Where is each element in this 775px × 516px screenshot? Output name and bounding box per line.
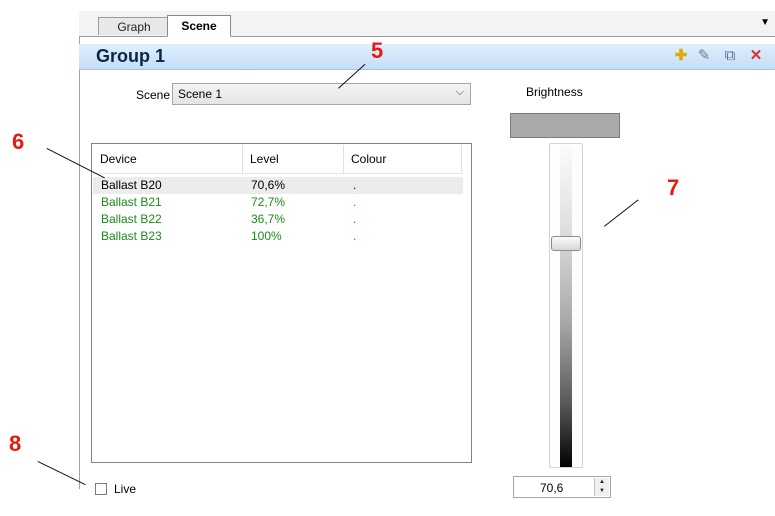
list-item[interactable]: Ballast B21 72,7%. [93, 194, 463, 211]
device-colour: . [353, 195, 357, 209]
group-header: Group 1 ✚ ✎ ⧉ ✕ [79, 44, 775, 70]
stepper-buttons: ▲ ▼ [594, 478, 609, 496]
callout-number-5: 5 [371, 38, 384, 63]
brightness-value: 70,6 [540, 481, 564, 495]
list-item[interactable]: Ballast B20 70,6%. [93, 177, 463, 194]
scene-selected-value: Scene 1 [178, 87, 223, 101]
live-label: Live [114, 482, 137, 496]
device-name: Ballast B23 [101, 229, 162, 243]
device-level: 72,7% [251, 195, 286, 209]
tab-scene[interactable]: Scene [167, 15, 231, 37]
list-item[interactable]: Ballast B23 100%. [93, 228, 463, 245]
callout-number-8: 8 [9, 431, 22, 456]
device-level: 36,7% [251, 212, 286, 226]
device-colour: . [353, 229, 357, 243]
callout-number-6: 6 [12, 129, 25, 154]
device-colour: . [353, 212, 357, 226]
brightness-swatch [510, 113, 620, 138]
delete-icon[interactable]: ✕ [748, 48, 764, 64]
brightness-slider-track[interactable] [560, 146, 572, 467]
list-header: Device Level Colour [93, 145, 463, 174]
scene-select[interactable]: Scene 1 ⌵ [172, 83, 471, 105]
stepper-up-icon[interactable]: ▲ [595, 478, 609, 487]
brightness-label: Brightness [526, 85, 583, 99]
tab-graph[interactable]: Graph [98, 17, 170, 35]
callout-number-7: 7 [667, 175, 680, 200]
column-header-device[interactable]: Device [93, 145, 243, 173]
edit-icon[interactable]: ✎ [696, 48, 712, 64]
tab-strip: Graph Scene ▼ [79, 11, 775, 37]
device-level: 100% [251, 229, 282, 243]
device-list[interactable]: Device Level Colour Ballast B20 70,6%. Bal… [91, 143, 472, 463]
live-checkbox[interactable] [95, 483, 107, 495]
brightness-slider-thumb[interactable] [551, 236, 581, 251]
brightness-value-stepper[interactable]: 70,6 ▲ ▼ [513, 476, 611, 498]
device-name: Ballast B22 [101, 212, 162, 226]
device-name: Ballast B20 [101, 178, 162, 192]
device-level: 70,6% [251, 178, 286, 192]
device-colour: . [353, 178, 357, 192]
add-icon[interactable]: ✚ [673, 48, 689, 64]
chevron-down-icon: ⌵ [455, 86, 464, 98]
tab-overflow-dropdown-icon[interactable]: ▼ [760, 17, 770, 28]
device-name: Ballast B21 [101, 195, 162, 209]
stepper-down-icon[interactable]: ▼ [595, 487, 609, 496]
list-item[interactable]: Ballast B22 36,7%. [93, 211, 463, 228]
group-title: Group 1 [96, 46, 166, 66]
column-header-colour[interactable]: Colour [344, 145, 462, 173]
column-header-level[interactable]: Level [243, 145, 344, 173]
copy-icon[interactable]: ⧉ [722, 48, 738, 64]
scene-label: Scene [136, 88, 171, 102]
